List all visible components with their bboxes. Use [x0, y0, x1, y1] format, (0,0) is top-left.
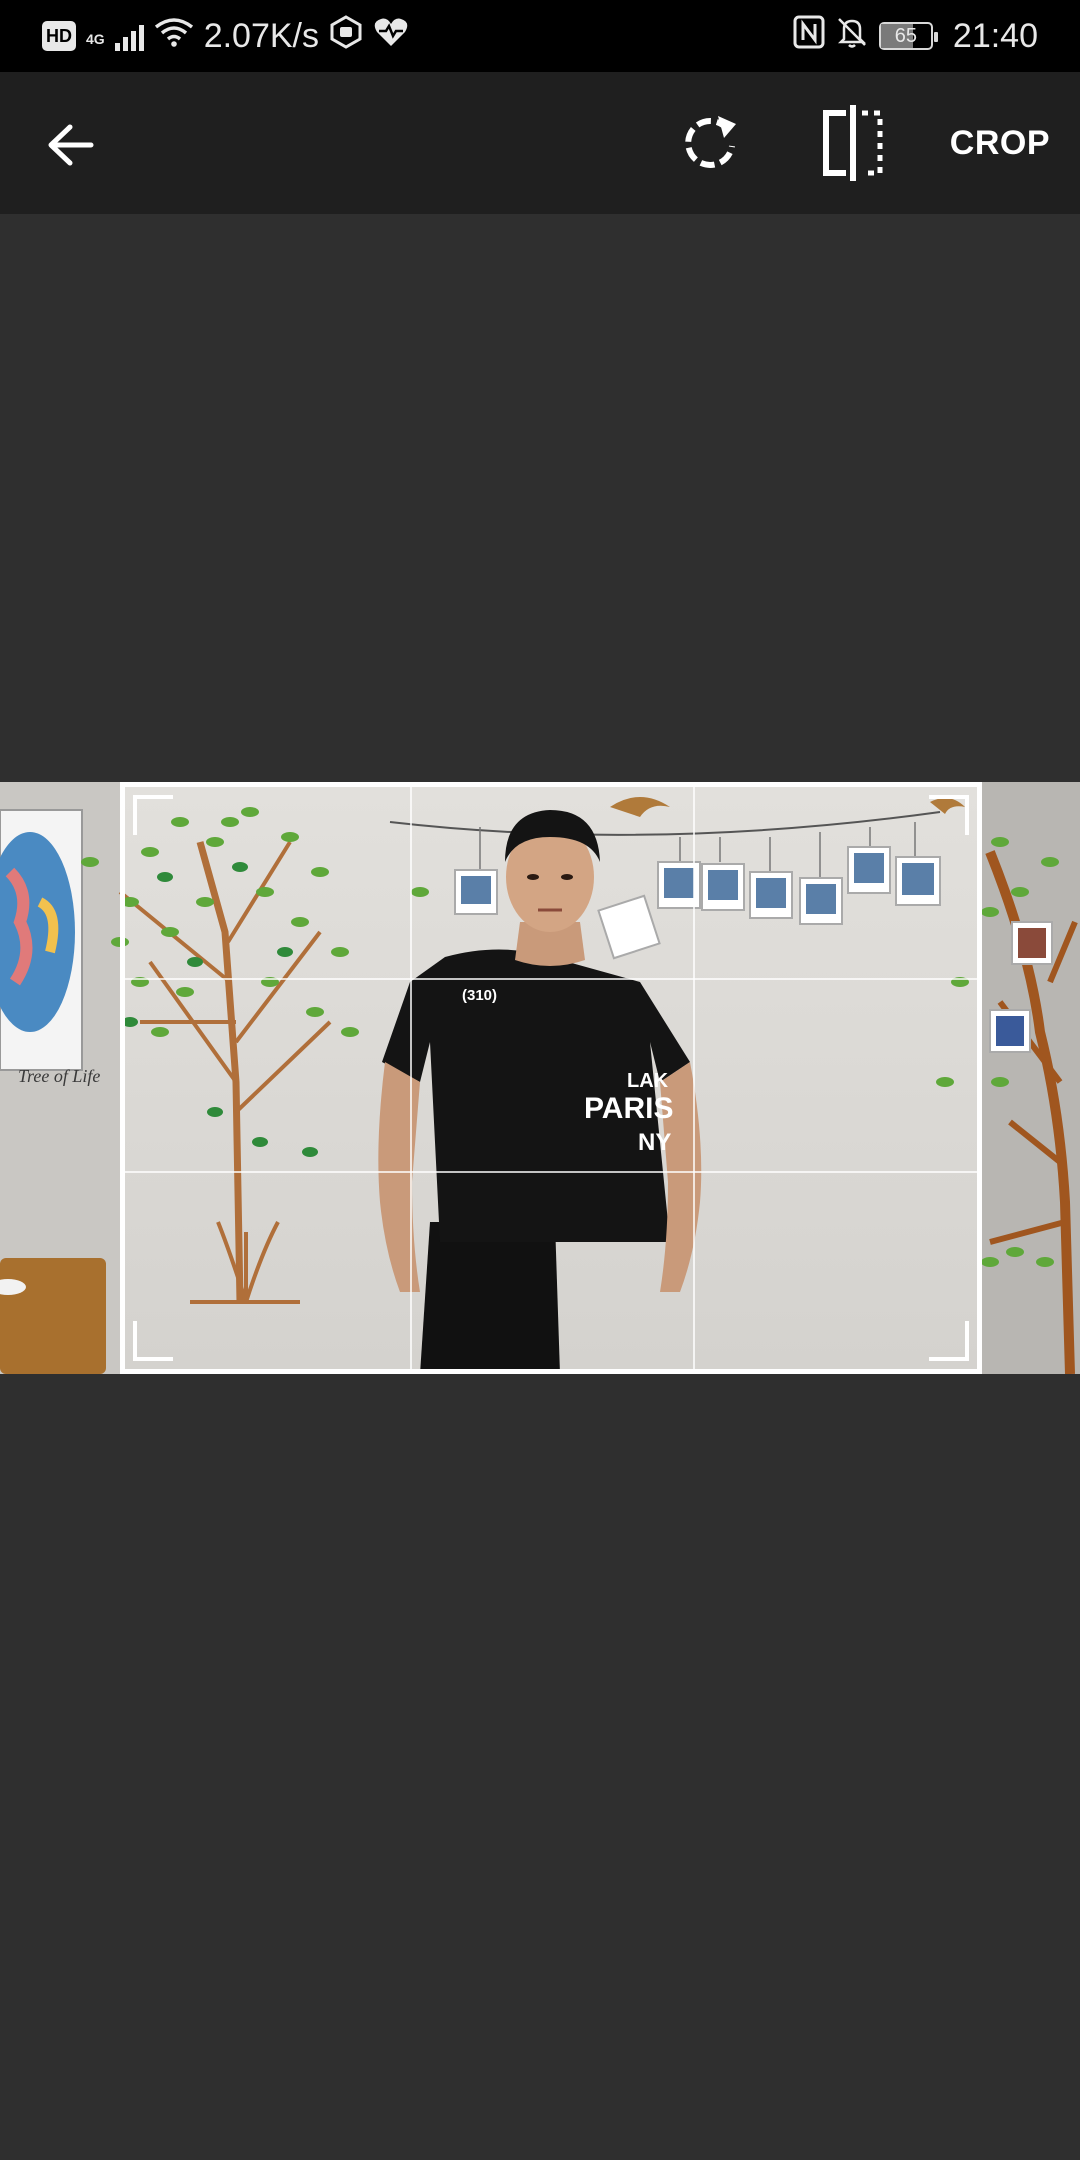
wall-text: Tree of Life [18, 1066, 100, 1086]
crop-toolbar: CROP [0, 72, 1080, 214]
nfc-icon [793, 15, 825, 58]
grid-line-vertical-2 [693, 787, 695, 1369]
hd-badge: HD [42, 21, 76, 51]
rotate-button[interactable] [670, 102, 750, 182]
vpn-icon [329, 14, 363, 58]
battery-level: 65 [894, 24, 918, 47]
crop-handle-bottom-left[interactable] [133, 1321, 173, 1361]
crop-frame[interactable] [120, 782, 982, 1374]
signal-icon [114, 21, 144, 51]
grid-line-vertical-1 [410, 787, 412, 1369]
flip-button[interactable] [808, 98, 898, 188]
crop-handle-top-right[interactable] [929, 795, 969, 835]
health-heart-icon [373, 16, 409, 57]
network-type-label: 4G [86, 30, 105, 47]
net-speed-text: 2.07K/s [203, 16, 319, 55]
crop-handle-top-left[interactable] [133, 795, 173, 835]
crop-button[interactable]: CROP [950, 118, 1050, 168]
status-bar: HD 4G 2.07K/s 65 21:40 [0, 0, 1080, 72]
bell-off-icon [835, 15, 869, 58]
editor-canvas: Tree of Life (310) LAK PARIS NY [0, 214, 1080, 2160]
flip-horizontal-icon [823, 105, 883, 181]
photo-crop-screen: HD 4G 2.07K/s 65 21:40 CROP Tree of Life… [0, 0, 1080, 2160]
status-right: 65 21:40 [793, 15, 1038, 58]
wifi-icon [154, 17, 194, 56]
status-left: HD 4G 2.07K/s [42, 14, 409, 58]
crop-handle-bottom-right[interactable] [929, 1321, 969, 1361]
arrow-left-icon [48, 124, 94, 166]
battery-icon: 65 [878, 22, 938, 50]
back-button[interactable] [36, 110, 106, 180]
rotate-icon [685, 116, 736, 168]
clock-time: 21:40 [952, 16, 1038, 55]
grid-line-horizontal-2 [125, 1171, 977, 1173]
grid-line-horizontal-1 [125, 978, 977, 980]
